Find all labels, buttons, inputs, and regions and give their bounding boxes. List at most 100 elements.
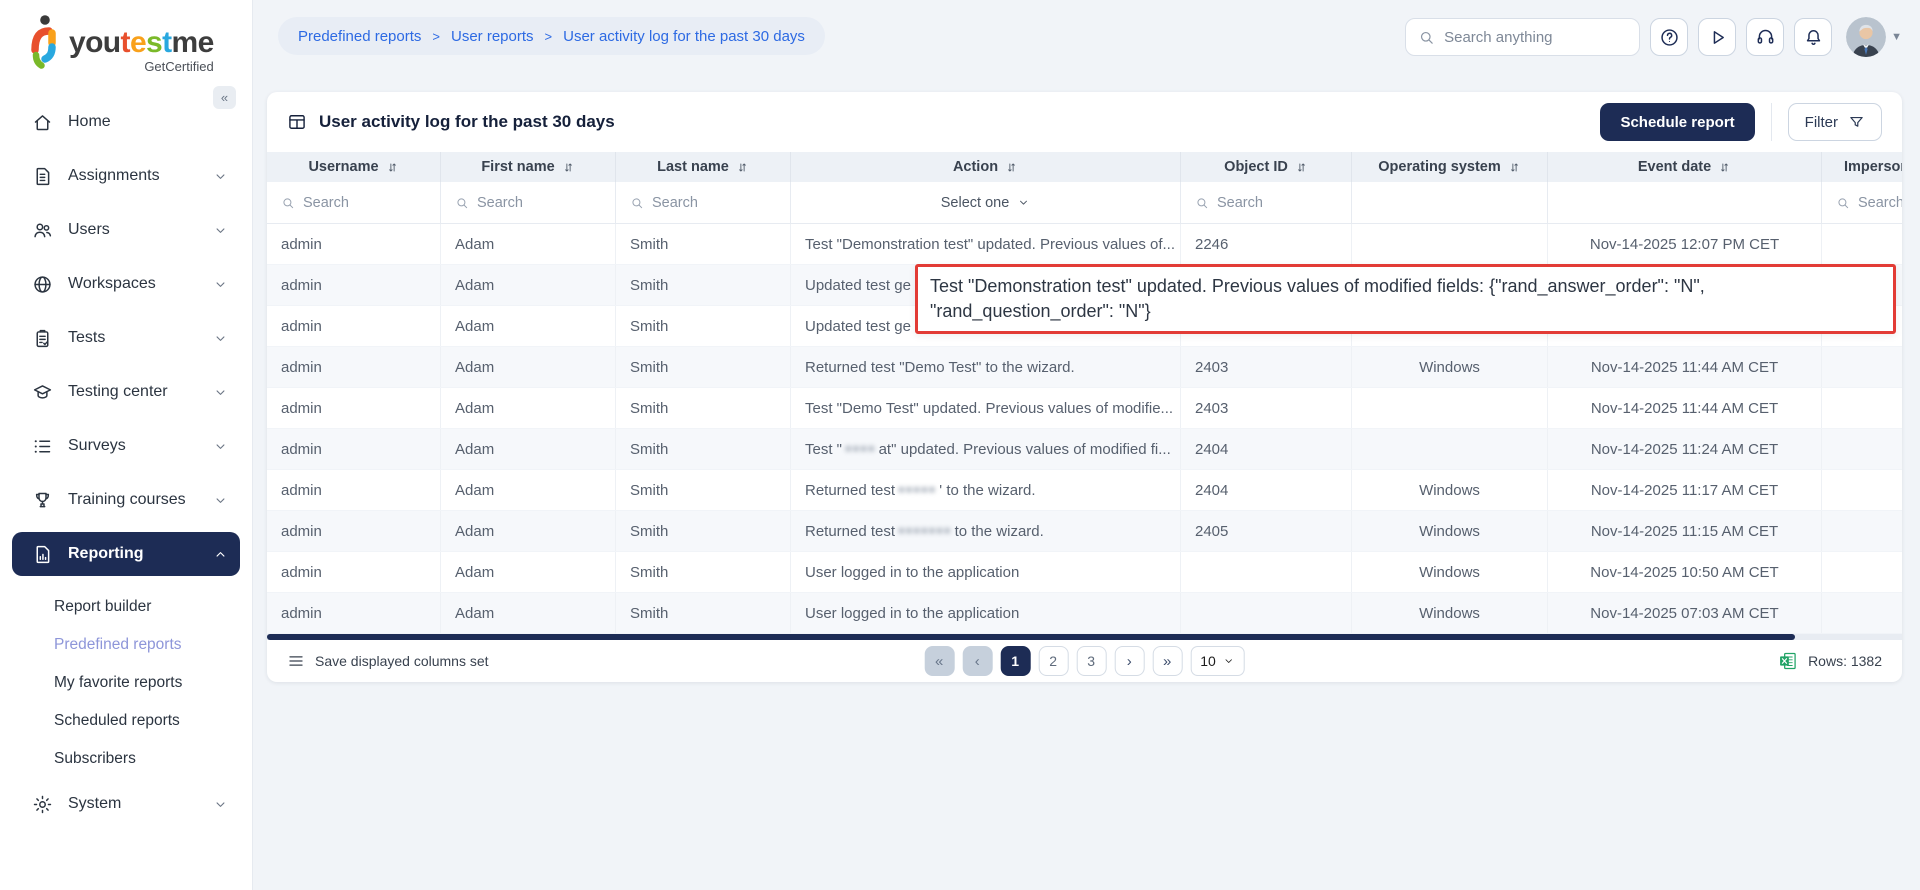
sidebar-subitem-report-builder[interactable]: Report builder (54, 588, 240, 626)
help-icon (1659, 27, 1680, 48)
search-input[interactable] (1444, 29, 1627, 46)
notifications-button[interactable] (1794, 18, 1832, 56)
column-filter-object-id[interactable]: Search (1181, 182, 1352, 223)
column-header-object-id[interactable]: Object ID (1181, 152, 1352, 182)
column-filter-first-name[interactable]: Search (441, 182, 616, 223)
sidebar-subitem-predefined-reports[interactable]: Predefined reports (54, 626, 240, 664)
breadcrumb-link-user-activity-log-for-the-past-30-days[interactable]: User activity log for the past 30 days (563, 28, 805, 45)
table-row[interactable]: adminAdamSmithReturned test ■■■■■' to th… (267, 470, 1902, 511)
table-row[interactable]: adminAdamSmithReturned test "Demo Test" … (267, 347, 1902, 388)
cell-event-date: Nov-14-2025 11:24 AM CET (1548, 429, 1822, 469)
sidebar-item-testing-center[interactable]: Testing center (12, 370, 240, 414)
users-icon (32, 220, 53, 241)
report-card: User activity log for the past 30 days S… (267, 92, 1902, 682)
help-button[interactable] (1650, 18, 1688, 56)
support-button[interactable] (1746, 18, 1784, 56)
sidebar-item-assignments[interactable]: Assignments (12, 154, 240, 198)
redacted-text: ■■■■ (845, 443, 876, 455)
cell-event-date: Nov-14-2025 07:03 AM CET (1548, 593, 1822, 633)
column-header-label: Operating system (1378, 159, 1501, 175)
avatar[interactable] (1846, 17, 1886, 57)
column-header-last-name[interactable]: Last name (616, 152, 791, 182)
filter-button[interactable]: Filter (1788, 103, 1882, 141)
column-header-username[interactable]: Username (267, 152, 441, 182)
sidebar-subitem-scheduled-reports[interactable]: Scheduled reports (54, 702, 240, 740)
cell-last-name: Smith (616, 470, 791, 510)
table-icon (287, 112, 307, 132)
sidebar-item-label: Reporting (68, 545, 213, 563)
pagination-last-button[interactable]: » (1152, 646, 1182, 676)
pagination-page-3[interactable]: 3 (1076, 646, 1106, 676)
reporting-icon (32, 544, 53, 565)
sidebar-item-users[interactable]: Users (12, 208, 240, 252)
column-header-event-date[interactable]: Event date (1548, 152, 1822, 182)
cell-action: Returned test ■■■■■■■ to the wizard. (791, 511, 1181, 551)
save-columns-button[interactable]: Save displayed columns set (287, 652, 489, 670)
sidebar-item-training-courses[interactable]: Training courses (12, 478, 240, 522)
search-icon (630, 196, 644, 210)
column-filter-impersonated[interactable]: Search (1822, 182, 1902, 223)
page-size-value: 10 (1200, 653, 1216, 669)
brand-logo: youtestme GetCertified (0, 0, 252, 74)
breadcrumb-separator: > (432, 29, 440, 44)
sidebar-item-workspaces[interactable]: Workspaces (12, 262, 240, 306)
sort-icon (1508, 161, 1521, 174)
column-filter-action[interactable]: Select one (791, 182, 1181, 223)
sidebar-subitem-subscribers[interactable]: Subscribers (54, 740, 240, 778)
action-tooltip: Test "Demonstration test" updated. Previ… (915, 264, 1896, 334)
table-row[interactable]: adminAdamSmithUser logged in to the appl… (267, 552, 1902, 593)
page-size-select[interactable]: 10 (1190, 646, 1245, 676)
column-header-operating-system[interactable]: Operating system (1352, 152, 1548, 182)
cell-last-name: Smith (616, 347, 791, 387)
table-row[interactable]: adminAdamSmithReturned test ■■■■■■■ to t… (267, 511, 1902, 552)
sidebar-item-system[interactable]: System (12, 782, 240, 826)
sidebar-collapse-button[interactable]: « (213, 86, 236, 109)
sidebar-item-label: System (68, 795, 213, 813)
excel-export-icon[interactable] (1778, 651, 1798, 671)
cell-operating-system: Windows (1352, 511, 1548, 551)
pagination-page-2[interactable]: 2 (1038, 646, 1068, 676)
play-button[interactable] (1698, 18, 1736, 56)
sidebar-item-reporting[interactable]: Reporting (12, 532, 240, 576)
column-header-label: Action (953, 159, 998, 175)
sidebar-item-label: Tests (68, 329, 213, 347)
cell-first-name: Adam (441, 265, 616, 305)
cell-last-name: Smith (616, 224, 791, 264)
sort-icon (562, 161, 575, 174)
table-row[interactable]: adminAdamSmithUser logged in to the appl… (267, 593, 1902, 634)
table-row[interactable]: adminAdamSmithTest "Demo Test" updated. … (267, 388, 1902, 429)
card-header: User activity log for the past 30 days S… (267, 92, 1902, 152)
cell-operating-system: Windows (1352, 552, 1548, 592)
table-row[interactable]: adminAdamSmithTest "■■■■at" updated. Pre… (267, 429, 1902, 470)
chevron-down-icon (1017, 196, 1030, 209)
table-header-row: UsernameFirst nameLast name Action Object … (267, 152, 1902, 182)
sidebar: youtestme GetCertified « Home Assignments… (0, 0, 253, 890)
column-header-first-name[interactable]: First name (441, 152, 616, 182)
table-row[interactable]: adminAdamSmithTest "Demonstration test" … (267, 224, 1902, 265)
column-filter-username[interactable]: Search (267, 182, 441, 223)
cell-first-name: Adam (441, 347, 616, 387)
sidebar-item-surveys[interactable]: Surveys (12, 424, 240, 468)
cell-first-name: Adam (441, 552, 616, 592)
column-header-action[interactable]: Action (791, 152, 1181, 182)
brand-letter: you (69, 26, 121, 59)
global-search[interactable] (1405, 18, 1640, 56)
column-header-impersonated[interactable]: Impersonated (1822, 152, 1902, 182)
sidebar-item-home[interactable]: Home (12, 100, 240, 144)
sidebar-subitem-my-favorite-reports[interactable]: My favorite reports (54, 664, 240, 702)
column-header-label: Event date (1638, 159, 1711, 175)
breadcrumb-link-predefined-reports[interactable]: Predefined reports (298, 28, 421, 45)
user-menu[interactable]: ▼ (1846, 17, 1902, 57)
pagination-page-1[interactable]: 1 (1000, 646, 1030, 676)
chevron-up-icon (213, 547, 228, 562)
column-filter-last-name[interactable]: Search (616, 182, 791, 223)
schedule-report-button[interactable]: Schedule report (1600, 103, 1754, 141)
breadcrumb-link-user-reports[interactable]: User reports (451, 28, 534, 45)
sort-icon (1295, 161, 1308, 174)
cell-last-name: Smith (616, 552, 791, 592)
workspaces-icon (32, 274, 53, 295)
play-icon (1707, 27, 1728, 48)
sidebar-item-tests[interactable]: Tests (12, 316, 240, 360)
training-courses-icon (32, 490, 53, 511)
pagination-next-button[interactable]: › (1114, 646, 1144, 676)
